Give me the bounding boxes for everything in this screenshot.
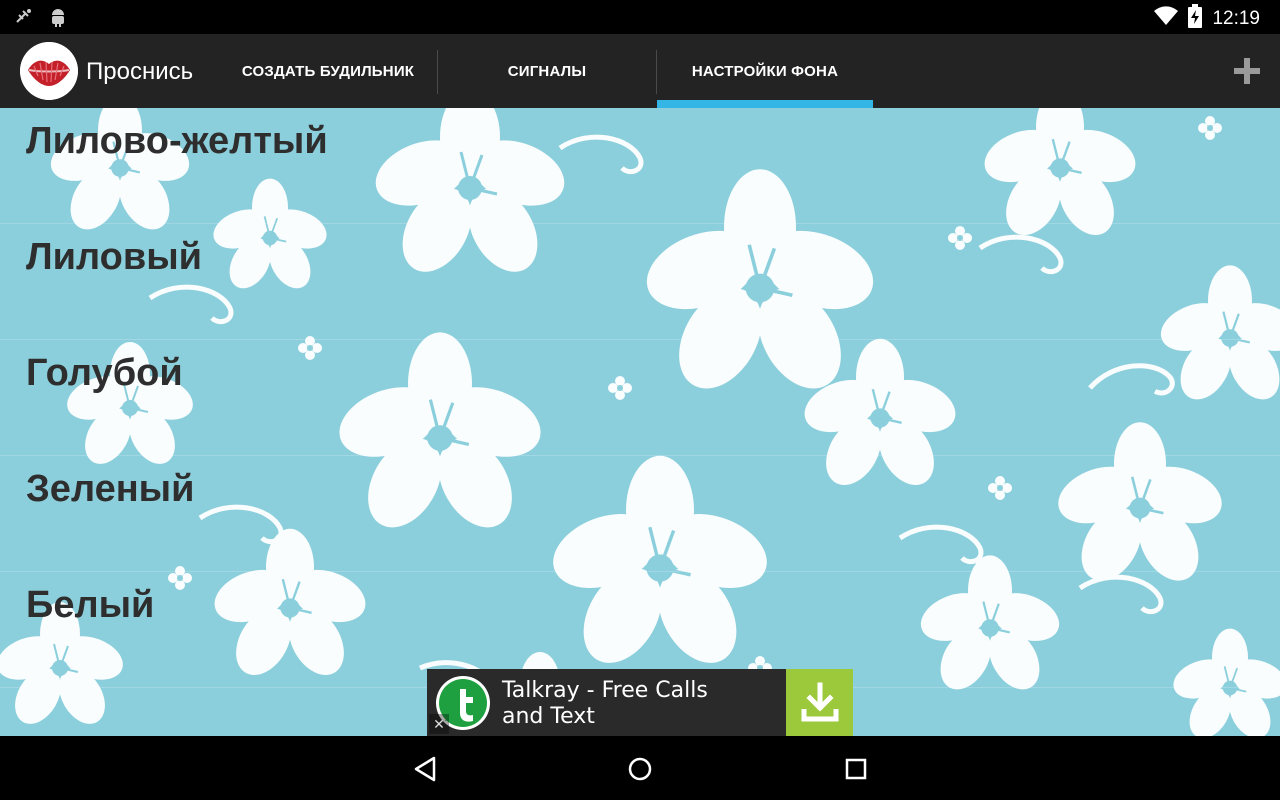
add-button[interactable] (1230, 54, 1264, 88)
battery-charging-icon (1188, 4, 1203, 33)
app-title: Проснись (86, 58, 194, 85)
ad-banner[interactable]: ✕ Talkray - Free Calls and Text (427, 669, 853, 736)
status-time: 12:19 (1212, 7, 1260, 29)
navigation-bar (0, 736, 1280, 800)
back-icon (414, 756, 436, 782)
background-color-list: Лилово-желтый Лиловый Голубой Зеленый Бе… (0, 108, 1280, 688)
list-item-label: Лиловый (26, 236, 203, 278)
home-button[interactable] (625, 754, 655, 784)
download-button[interactable] (786, 669, 853, 736)
download-icon (801, 682, 838, 721)
status-bar: 12:19 (0, 0, 1280, 34)
list-item[interactable]: Лилово-желтый (0, 108, 1280, 224)
ad-text[interactable]: Talkray - Free Calls and Text (502, 678, 752, 730)
tab-signals[interactable]: СИГНАЛЫ (438, 34, 656, 108)
list-item-label: Белый (26, 584, 155, 626)
action-bar: Проснись СОЗДАТЬ БУДИЛЬНИК СИГНАЛЫ НАСТР… (0, 34, 1280, 108)
recent-apps-icon (845, 758, 867, 780)
status-notifications (14, 6, 68, 33)
list-item[interactable]: Лиловый (0, 224, 1280, 340)
android-icon (48, 6, 68, 33)
background-settings-content[interactable]: Лилово-желтый Лиловый Голубой Зеленый Бе… (0, 108, 1280, 736)
close-icon[interactable]: ✕ (429, 714, 449, 734)
plus-icon (1234, 58, 1260, 84)
list-item[interactable]: Зеленый (0, 456, 1280, 572)
lips-icon[interactable] (20, 42, 78, 100)
tab-background-settings[interactable]: НАСТРОЙКИ ФОНА (657, 34, 873, 108)
usb-debug-icon (14, 6, 34, 33)
tab-create-alarm[interactable]: СОЗДАТЬ БУДИЛЬНИК (220, 34, 436, 108)
home-icon (628, 757, 652, 781)
list-item-label: Зеленый (26, 468, 195, 510)
list-item-label: Лилово-желтый (26, 120, 328, 162)
list-item[interactable]: Голубой (0, 340, 1280, 456)
back-button[interactable] (410, 754, 440, 784)
status-system: 12:19 (1154, 4, 1260, 33)
recent-apps-button[interactable] (841, 754, 871, 784)
selected-tab-indicator (657, 100, 873, 108)
wifi-icon (1154, 6, 1179, 31)
list-item-label: Голубой (26, 352, 183, 394)
